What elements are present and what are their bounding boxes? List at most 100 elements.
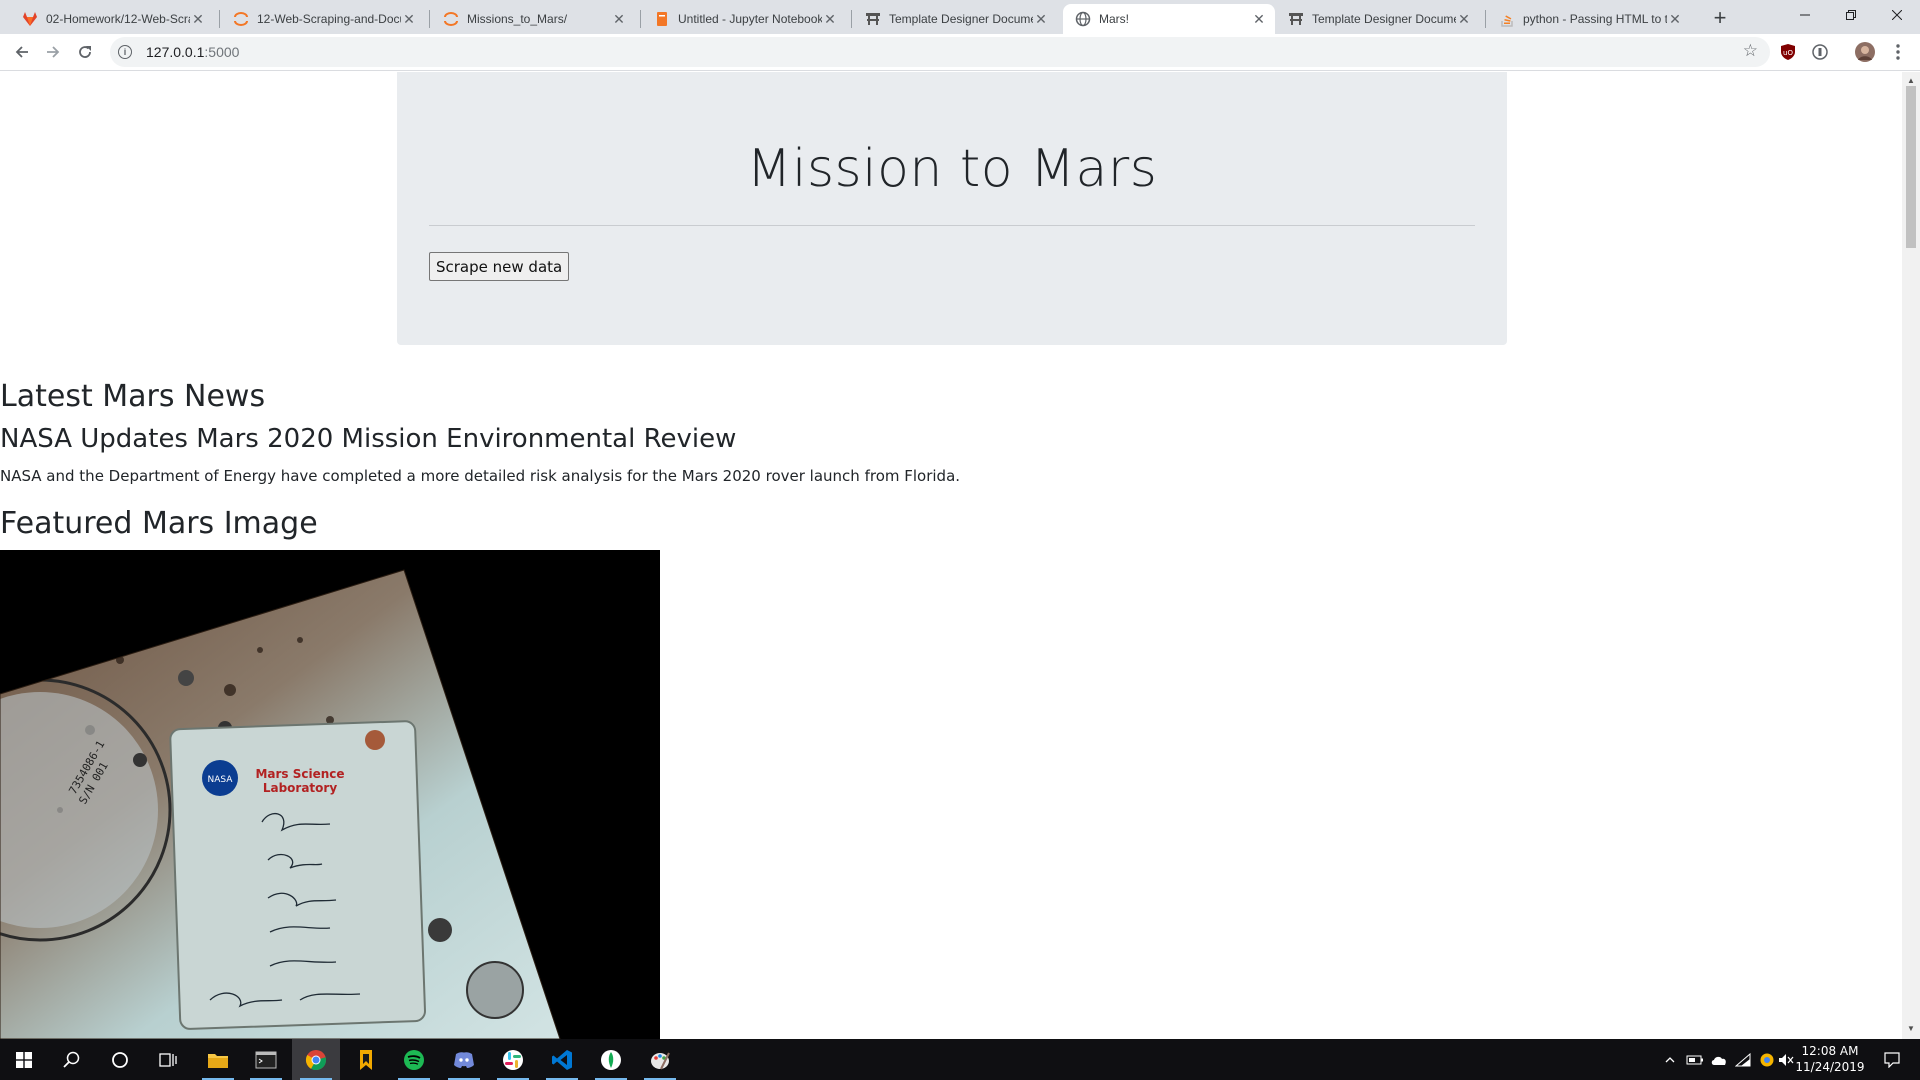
clock-time: 12:08 AM <box>1801 1044 1859 1058</box>
paint-button[interactable] <box>636 1039 684 1080</box>
address-bar[interactable]: i 127.0.0.1:5000 ☆ <box>110 37 1770 67</box>
globe-icon <box>1075 11 1091 27</box>
close-icon[interactable]: ✕ <box>822 11 838 27</box>
reload-button[interactable] <box>71 38 99 66</box>
scroll-thumb[interactable] <box>1906 86 1916 248</box>
jupyter-icon <box>233 11 249 27</box>
tab-jupyter-notebook[interactable]: Untitled - Jupyter Notebook ✕ <box>642 4 846 34</box>
slack-icon <box>503 1049 523 1070</box>
vscode-icon <box>552 1049 572 1070</box>
tab-title: Missions_to_Mars/ <box>467 12 568 26</box>
discord-button[interactable] <box>440 1039 488 1080</box>
info-icon[interactable]: i <box>118 45 132 59</box>
tab-title: python - Passing HTML to t <box>1523 12 1667 26</box>
close-window-button[interactable] <box>1874 0 1920 30</box>
file-explorer-button[interactable] <box>194 1039 242 1080</box>
discord-icon <box>454 1051 474 1068</box>
url-text: 127.0.0.1:5000 <box>146 44 239 60</box>
onedrive-icon[interactable] <box>1708 1039 1730 1080</box>
plate-text-1: Mars Science <box>255 767 344 781</box>
tab-jupyter-tree[interactable]: 12-Web-Scraping-and-Docu ✕ <box>221 4 425 34</box>
close-icon[interactable]: ✕ <box>611 11 627 27</box>
url-host: 127.0.0.1 <box>146 44 205 60</box>
tab-jinja-docs-1[interactable]: Template Designer Docume ✕ <box>853 4 1057 34</box>
avatar[interactable] <box>1855 42 1875 62</box>
taskbar-clock[interactable]: 12:08 AM 11/24/2019 <box>1795 1043 1865 1075</box>
volume-muted-icon[interactable] <box>1776 1039 1796 1080</box>
extension-circle-icon[interactable] <box>1810 42 1830 62</box>
gitlab-icon <box>22 11 38 27</box>
close-icon[interactable]: ✕ <box>401 11 417 27</box>
tab-title: Untitled - Jupyter Notebook <box>678 12 822 26</box>
forward-button[interactable] <box>39 38 67 66</box>
battery-icon[interactable] <box>1684 1039 1706 1080</box>
new-tab-button[interactable]: + <box>1706 5 1734 31</box>
svg-text:uO: uO <box>1783 49 1793 57</box>
cortana-button[interactable] <box>96 1039 144 1080</box>
search-button[interactable] <box>48 1039 96 1080</box>
clock-date: 11/24/2019 <box>1795 1060 1865 1074</box>
tab-jupyter-missions[interactable]: Missions_to_Mars/ ✕ <box>431 4 635 34</box>
start-icon <box>16 1051 32 1068</box>
tab-stackoverflow[interactable]: python - Passing HTML to t ✕ <box>1487 4 1691 34</box>
jinja-icon <box>1288 11 1304 27</box>
scroll-down-arrow-icon[interactable]: ▼ <box>1907 1024 1915 1033</box>
terminal-icon <box>255 1051 277 1068</box>
chrome-button[interactable] <box>292 1039 340 1080</box>
bookmark-app-button[interactable] <box>342 1039 390 1080</box>
close-icon[interactable]: ✕ <box>1251 11 1267 27</box>
back-button[interactable] <box>8 38 36 66</box>
close-icon[interactable]: ✕ <box>190 11 206 27</box>
tray-overflow-chevron-icon[interactable] <box>1660 1039 1680 1080</box>
news-title: NASA Updates Mars 2020 Mission Environme… <box>0 424 737 454</box>
task-view-icon <box>159 1052 177 1067</box>
close-icon[interactable]: ✕ <box>1456 11 1472 27</box>
minimize-button[interactable] <box>1782 0 1828 30</box>
chrome-tray-icon[interactable] <box>1756 1039 1778 1080</box>
spotify-button[interactable] <box>390 1039 438 1080</box>
tab-title: Template Designer Docume <box>889 12 1033 26</box>
start-button[interactable] <box>0 1039 48 1080</box>
tab-separator <box>851 10 852 28</box>
action-center-icon[interactable] <box>1872 1039 1912 1080</box>
tab-strip: 02-Homework/12-Web-Scrap ✕ 12-Web-Scrapi… <box>0 0 1920 34</box>
vscode-button[interactable] <box>538 1039 586 1080</box>
terminal-button[interactable] <box>242 1039 290 1080</box>
tab-mars-active[interactable]: Mars! ✕ <box>1063 4 1275 34</box>
kebab-menu-icon[interactable] <box>1888 42 1908 62</box>
tab-gitlab[interactable]: 02-Homework/12-Web-Scrap ✕ <box>10 4 214 34</box>
scroll-up-arrow-icon[interactable]: ▲ <box>1907 76 1915 85</box>
restore-button[interactable] <box>1828 0 1874 30</box>
tab-title: Mars! <box>1099 12 1129 26</box>
browser-toolbar: i 127.0.0.1:5000 ☆ uO <box>0 34 1920 71</box>
tab-title: 12-Web-Scraping-and-Docu <box>257 12 401 26</box>
arrow-left-icon <box>15 46 28 58</box>
close-icon[interactable]: ✕ <box>1033 11 1049 27</box>
jupyter-notebook-icon <box>654 11 670 27</box>
slack-button[interactable] <box>489 1039 537 1080</box>
tab-title: 02-Homework/12-Web-Scrap <box>46 12 190 26</box>
page-scrollbar[interactable]: ▲ ▼ <box>1902 72 1920 1039</box>
scrape-button[interactable]: Scrape new data <box>429 252 570 281</box>
paint-icon <box>651 1052 670 1069</box>
tab-separator <box>429 10 430 28</box>
jupyter-icon <box>443 11 459 27</box>
mongodb-icon <box>601 1049 621 1070</box>
arrow-right-icon <box>47 46 60 58</box>
page-viewport: Mission to Mars Scrape new data Latest M… <box>0 72 1902 1039</box>
tab-separator <box>1485 10 1486 28</box>
search-icon <box>63 1051 80 1068</box>
reload-icon <box>79 46 91 58</box>
tab-jinja-docs-2[interactable]: Template Designer Docume ✕ <box>1276 4 1480 34</box>
bookmark-app-icon <box>360 1049 372 1070</box>
bookmark-star-icon[interactable]: ☆ <box>1743 41 1758 61</box>
divider <box>429 225 1475 226</box>
task-view-button[interactable] <box>144 1039 192 1080</box>
ublock-extension-icon[interactable]: uO <box>1778 42 1798 62</box>
file-explorer-icon <box>208 1053 228 1068</box>
news-heading: Latest Mars News <box>0 379 266 414</box>
wifi-icon[interactable] <box>1732 1039 1754 1080</box>
close-icon[interactable]: ✕ <box>1667 11 1683 27</box>
mongodb-button[interactable] <box>587 1039 635 1080</box>
featured-mars-image: NASA Mars Science Laboratory 7354086-1 S… <box>0 550 660 1039</box>
